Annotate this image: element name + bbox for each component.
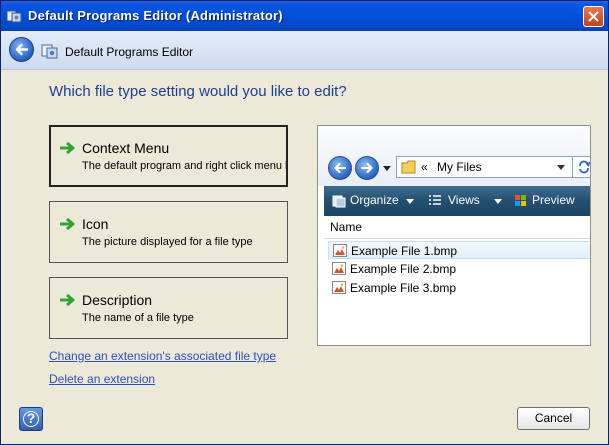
nav-title: Default Programs Editor: [65, 45, 194, 59]
preview-address-area: « My Files: [318, 126, 590, 186]
file-name: Example File 3.bmp: [350, 281, 457, 295]
option-title: Icon: [82, 216, 109, 232]
back-arrow-icon: [334, 162, 347, 174]
column-header: Name: [324, 216, 590, 239]
refresh-icon: [579, 160, 590, 174]
back-button[interactable]: [9, 37, 34, 62]
forward-arrow-icon: [360, 162, 373, 174]
option-description: The picture displayed for a file type: [82, 236, 253, 248]
views-dropdown-icon: [494, 199, 502, 204]
option-title: Description: [82, 292, 153, 308]
file-name: Example File 2.bmp: [350, 262, 457, 276]
address-dropdown-icon: [557, 165, 565, 170]
preview-pane-icon: [515, 195, 526, 206]
preview-refresh-button: [572, 156, 590, 178]
address-separator: «: [421, 160, 428, 174]
option-description-text: The name of a file type: [82, 312, 194, 324]
close-button[interactable]: [583, 6, 604, 27]
preview-file-list: Name Example File 1.bmp Example File 2.b…: [324, 216, 590, 345]
green-arrow-icon: [60, 293, 75, 307]
address-text: My Files: [437, 160, 482, 174]
title-bar[interactable]: Default Programs Editor (Administrator): [1, 1, 608, 31]
main-content: Which file type setting would you like t…: [1, 70, 608, 397]
option-description[interactable]: Description The name of a file type: [49, 277, 288, 339]
delete-extension-link[interactable]: Delete an extension: [49, 372, 155, 386]
close-icon: [588, 11, 599, 22]
file-row: Example File 3.bmp: [328, 279, 590, 297]
cancel-button[interactable]: Cancel: [517, 407, 590, 430]
option-icon[interactable]: Icon The picture displayed for a file ty…: [49, 201, 288, 263]
file-row: Example File 1.bmp: [328, 241, 590, 259]
preview-back-button: [328, 156, 352, 180]
folder-icon: [401, 160, 416, 174]
window-title: Default Programs Editor (Administrator): [28, 8, 283, 23]
explorer-preview: « My Files Organize Views Preview Name E…: [317, 125, 591, 346]
help-button[interactable]: ?: [19, 407, 43, 431]
history-dropdown-icon: [383, 166, 391, 171]
option-description: The default program and right click menu…: [82, 160, 288, 172]
organize-label: Organize: [350, 193, 399, 207]
preview-address-box: « My Files: [396, 156, 576, 178]
bitmap-file-icon: [332, 281, 346, 294]
page-question: Which file type setting would you like t…: [49, 83, 347, 100]
green-arrow-icon: [60, 217, 75, 231]
preview-label: Preview: [532, 193, 575, 207]
option-title: Context Menu: [82, 140, 170, 156]
file-row: Example File 2.bmp: [328, 260, 590, 278]
dialog-footer: ? Cancel: [1, 397, 608, 444]
organize-dropdown-icon: [406, 199, 414, 204]
app-icon: [6, 10, 22, 23]
organize-icon: [332, 195, 346, 208]
option-context-menu[interactable]: Context Menu The default program and rig…: [49, 125, 288, 187]
green-arrow-icon: [60, 141, 75, 155]
file-name: Example File 1.bmp: [351, 244, 458, 258]
dialog-window: Default Programs Editor (Administrator) …: [0, 0, 609, 445]
help-label: ?: [26, 410, 36, 426]
column-name-label: Name: [330, 220, 363, 234]
back-arrow-icon: [15, 43, 29, 56]
change-extension-link[interactable]: Change an extension's associated file ty…: [49, 349, 276, 363]
preview-toolbar: Organize Views Preview: [324, 186, 590, 216]
preview-forward-button: [355, 156, 379, 180]
navigation-bar: Default Programs Editor: [1, 31, 608, 70]
programs-icon: [41, 44, 58, 59]
views-label: Views: [448, 193, 480, 207]
bitmap-file-icon: [333, 244, 347, 257]
bitmap-file-icon: [332, 262, 346, 275]
views-icon: [429, 195, 441, 205]
